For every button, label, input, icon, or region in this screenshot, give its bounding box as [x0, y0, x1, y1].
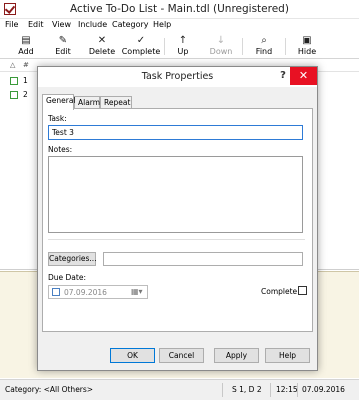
tab-general[interactable]: General: [42, 94, 76, 110]
due-date-checkbox[interactable]: [52, 288, 60, 296]
window-title: Active To-Do List - Main.tdl (Unregister…: [70, 3, 289, 15]
categories-field[interactable]: [103, 252, 303, 266]
up-button[interactable]: ↑ Up: [165, 35, 201, 58]
complete-label: Complete: [261, 287, 298, 296]
notes-textarea[interactable]: [48, 156, 303, 233]
due-date-label: Due Date:: [48, 273, 86, 282]
task-complete-checkbox[interactable]: [10, 91, 18, 99]
menu-help[interactable]: Help: [153, 20, 171, 29]
toolbar: ▤ Add ✎ Edit ✕ Delete ✓ Complete ↑ Up ↓ …: [0, 34, 359, 59]
status-category: Category: <All Others>: [5, 385, 94, 394]
edit-icon: ✎: [58, 35, 68, 46]
dialog-titlebar[interactable]: Task Properties ? ✕: [38, 67, 317, 87]
checkmark-icon: ✓: [136, 35, 146, 46]
sort-icon[interactable]: △: [10, 61, 15, 69]
window-titlebar: Active To-Do List - Main.tdl (Unregister…: [0, 0, 359, 19]
arrow-up-icon: ↑: [178, 35, 188, 46]
status-time: 12:15: [276, 385, 298, 394]
status-separator: [297, 383, 298, 397]
toolbar-separator: [242, 38, 243, 55]
delete-icon: ✕: [97, 35, 107, 46]
calendar-dropdown-icon[interactable]: ▦▾: [131, 287, 143, 296]
complete-checkbox[interactable]: [298, 286, 307, 295]
menu-view[interactable]: View: [52, 20, 71, 29]
hide-button[interactable]: ▣ Hide: [289, 35, 325, 58]
status-separator: [270, 383, 271, 397]
add-button[interactable]: ▤ Add: [8, 35, 44, 58]
menu-edit[interactable]: Edit: [28, 20, 44, 29]
task-input[interactable]: [48, 125, 303, 140]
edit-button[interactable]: ✎ Edit: [45, 35, 81, 58]
task-number: 1: [23, 76, 28, 85]
menu-include[interactable]: Include: [78, 20, 107, 29]
add-task-icon: ▤: [21, 35, 31, 46]
find-icon: ⌕: [261, 35, 267, 46]
status-counts: S 1, D 2: [232, 385, 262, 394]
menu-category[interactable]: Category: [112, 20, 149, 29]
toolbar-separator: [285, 38, 286, 55]
arrow-down-icon: ↓: [216, 35, 226, 46]
column-number[interactable]: #: [23, 61, 29, 69]
task-properties-dialog: Task Properties ? ✕ General Alarm Repeat…: [37, 66, 318, 371]
categories-button[interactable]: Categories...: [48, 252, 97, 266]
help-button[interactable]: Help: [265, 348, 310, 363]
menu-file[interactable]: File: [5, 20, 18, 29]
task-label: Task:: [48, 114, 67, 123]
close-icon[interactable]: ✕: [290, 67, 317, 85]
status-separator: [222, 383, 223, 397]
down-button[interactable]: ↓ Down: [203, 35, 239, 58]
hide-icon: ▣: [302, 35, 312, 46]
divider: [48, 239, 305, 240]
menubar: File Edit View Include Category Help: [0, 19, 359, 33]
delete-button[interactable]: ✕ Delete: [84, 35, 120, 58]
table-row[interactable]: 1: [0, 75, 40, 88]
notes-label: Notes:: [48, 145, 73, 154]
apply-button[interactable]: Apply: [214, 348, 259, 363]
task-complete-checkbox[interactable]: [10, 77, 18, 85]
general-panel: Task: Notes: Categories... Due Date: 07.…: [42, 108, 313, 332]
find-button[interactable]: ⌕ Find: [246, 35, 282, 58]
due-date-picker[interactable]: 07.09.2016 ▦▾: [48, 285, 148, 299]
due-date-value: 07.09.2016: [64, 288, 107, 297]
table-row[interactable]: 2: [0, 89, 40, 102]
status-bar: Category: <All Others> S 1, D 2 12:15 07…: [0, 379, 359, 400]
complete-button[interactable]: ✓ Complete: [121, 35, 161, 58]
status-date: 07.09.2016: [302, 385, 345, 394]
help-icon[interactable]: ?: [276, 70, 290, 84]
ok-button[interactable]: OK: [110, 348, 155, 363]
task-number: 2: [23, 90, 28, 99]
cancel-button[interactable]: Cancel: [159, 348, 204, 363]
